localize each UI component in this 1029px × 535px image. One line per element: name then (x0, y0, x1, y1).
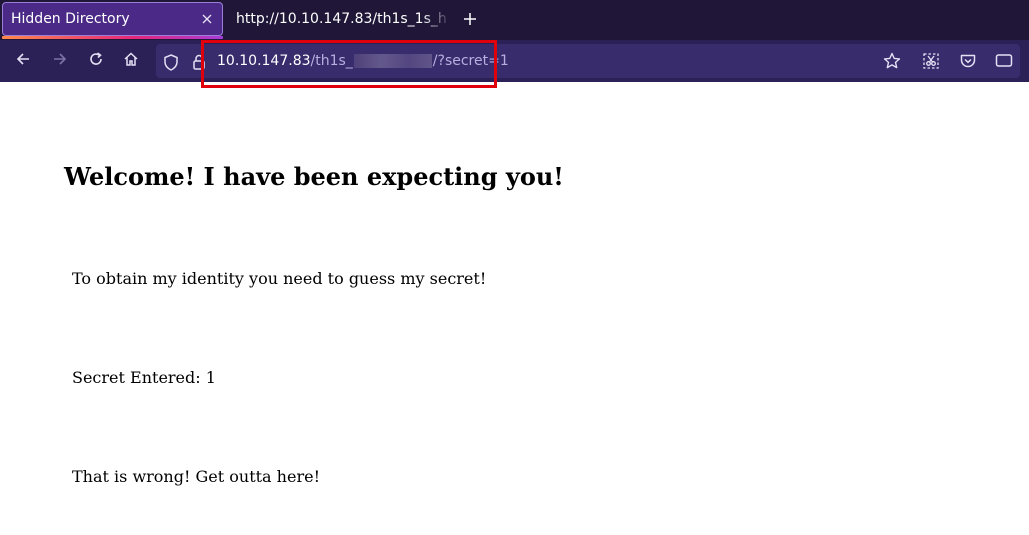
reload-icon (88, 51, 104, 71)
back-button[interactable] (10, 48, 36, 74)
tab-title: http://10.10.147.83/th1s_1s_h (236, 11, 447, 27)
star-icon[interactable] (879, 48, 905, 74)
intro-text: To obtain my identity you need to guess … (72, 269, 487, 288)
back-arrow-icon (15, 51, 31, 71)
secret-entered-text: Secret Entered: 1 (72, 368, 216, 387)
url-highlight-box (201, 40, 497, 88)
home-button[interactable] (118, 48, 144, 74)
page-heading: Welcome! I have been expecting you! (64, 162, 564, 191)
home-icon (123, 51, 139, 71)
result-text: That is wrong! Get outta here! (72, 467, 320, 486)
new-tab-button[interactable] (458, 6, 482, 32)
forward-button[interactable] (47, 48, 73, 74)
reader-view-icon[interactable] (991, 48, 1017, 74)
reload-button[interactable] (83, 48, 109, 74)
tab-hidden-directory[interactable]: Hidden Directory (2, 2, 223, 36)
active-tab-accent (2, 36, 223, 39)
tab-bar: Hidden Directory http://10.10.147.83/th1… (0, 0, 1029, 40)
pocket-icon[interactable] (955, 48, 981, 74)
shield-icon[interactable] (162, 53, 180, 71)
screenshot-icon[interactable] (918, 48, 944, 74)
close-icon[interactable] (196, 8, 218, 30)
plus-icon (463, 7, 477, 31)
forward-arrow-icon (52, 51, 68, 71)
tab-url[interactable]: http://10.10.147.83/th1s_1s_h (234, 2, 454, 36)
tab-title: Hidden Directory (11, 11, 130, 27)
